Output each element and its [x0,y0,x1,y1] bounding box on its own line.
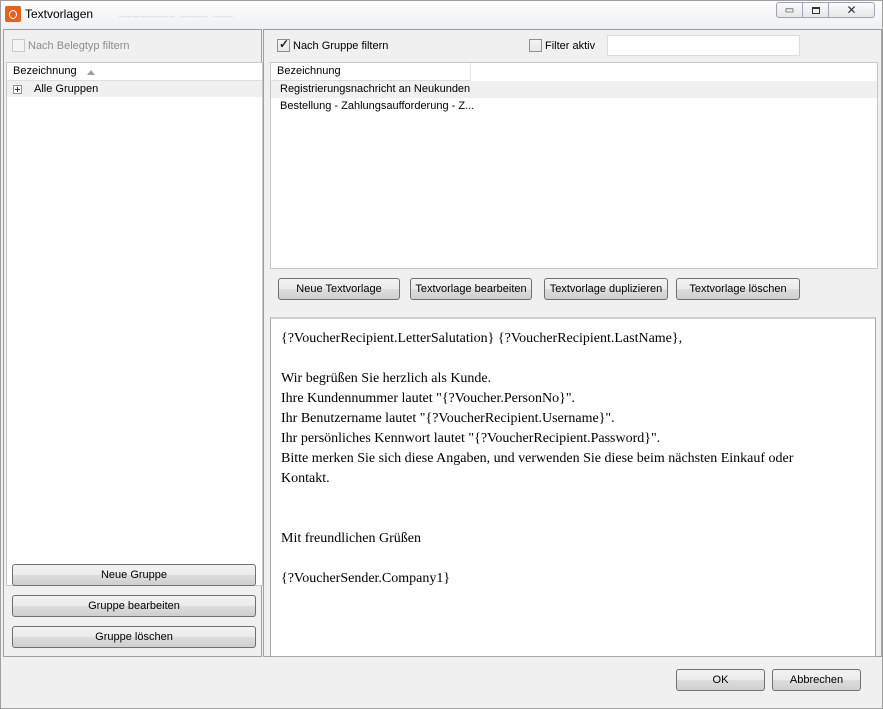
preview-line: Ihr persönliches Kennwort lautet "{?Vouc… [281,431,661,446]
delete-template-button[interactable]: Textvorlage löschen [676,278,800,300]
maximize-icon [811,6,820,14]
filter-active-checkbox[interactable] [529,39,542,52]
title-bar[interactable]: Textvorlagen ________ ____ ___ ▭ ✕ [1,1,882,29]
belegtyp-filter-checkbox[interactable] [12,39,25,52]
ok-button[interactable]: OK [676,669,765,691]
minimize-icon: ▭ [784,4,795,16]
delete-group-button[interactable]: Gruppe löschen [12,626,256,648]
list-column-header[interactable]: Bezeichnung [271,63,471,81]
expand-plus-icon[interactable] [13,85,22,94]
window-title: Textvorlagen [25,7,94,21]
tree-item-label: Alle Gruppen [34,83,99,95]
preview-line: {?VoucherSender.Company1} [281,571,451,586]
new-template-button[interactable]: Neue Textvorlage [278,278,400,300]
group-filter-label: Nach Gruppe filtern [293,40,389,52]
belegtyp-filter-label: Nach Belegtyp filtern [28,40,130,52]
close-button[interactable]: ✕ [828,2,875,18]
group-panel: Nach Belegtyp filtern Bezeichnung Alle G… [3,29,263,657]
edit-template-button[interactable]: Textvorlage bearbeiten [410,278,532,300]
template-row-registrierung[interactable]: Registrierungsnachricht an Neukunden [271,81,877,98]
app-logo-icon [5,6,21,22]
preview-line: Wir begrüßen Sie herzlich als Kunde. [281,371,492,386]
group-tree[interactable]: Bezeichnung Alle Gruppen [6,62,263,586]
template-row-label: Registrierungsnachricht an Neukunden [280,83,471,95]
new-group-button[interactable]: Neue Gruppe [12,564,256,586]
textvorlagen-dialog: Textvorlagen ________ ____ ___ ▭ ✕ Nach … [0,0,883,709]
preview-line: {?VoucherRecipient.LetterSalutation} {?V… [281,331,683,346]
preview-line: Ihre Kundennummer lautet "{?Voucher.Pers… [281,391,576,406]
edit-group-button[interactable]: Gruppe bearbeiten [12,595,256,617]
preview-line: Ihr Benutzername lautet "{?VoucherRecipi… [281,411,615,426]
tree-column-header[interactable]: Bezeichnung [7,63,262,81]
tree-column-header-label: Bezeichnung [13,65,77,77]
minimize-button[interactable]: ▭ [776,2,803,18]
group-filter-checkbox[interactable] [277,37,290,52]
template-row-bestellung[interactable]: Bestellung - Zahlungsaufforderung - Z... [271,98,877,115]
tree-item-alle-gruppen[interactable]: Alle Gruppen [7,81,262,97]
template-row-label: Bestellung - Zahlungsaufforderung - Z... [280,100,475,112]
filter-text-input[interactable] [607,35,800,56]
preview-line: Mit freundlichen Grüßen [281,531,421,546]
template-panel: Nach Gruppe filtern Filter aktiv Bezeich… [263,29,882,657]
template-list[interactable]: Bezeichnung Registrierungsnachricht an N… [270,62,878,269]
duplicate-template-button[interactable]: Textvorlage duplizieren [544,278,668,300]
sort-ascending-icon [87,70,95,75]
template-preview[interactable]: {?VoucherRecipient.LetterSalutation} {?V… [270,317,876,657]
background-title-ghost: ________ ____ ___ [119,6,234,18]
preview-line: Kontakt. [281,471,330,486]
cancel-button[interactable]: Abbrechen [772,669,861,691]
filter-active-label: Filter aktiv [545,40,596,52]
close-icon: ✕ [846,3,857,17]
maximize-button[interactable] [802,2,829,18]
preview-line: Bitte merken Sie sich diese Angaben, und… [281,451,794,466]
list-column-header-label: Bezeichnung [277,65,341,77]
